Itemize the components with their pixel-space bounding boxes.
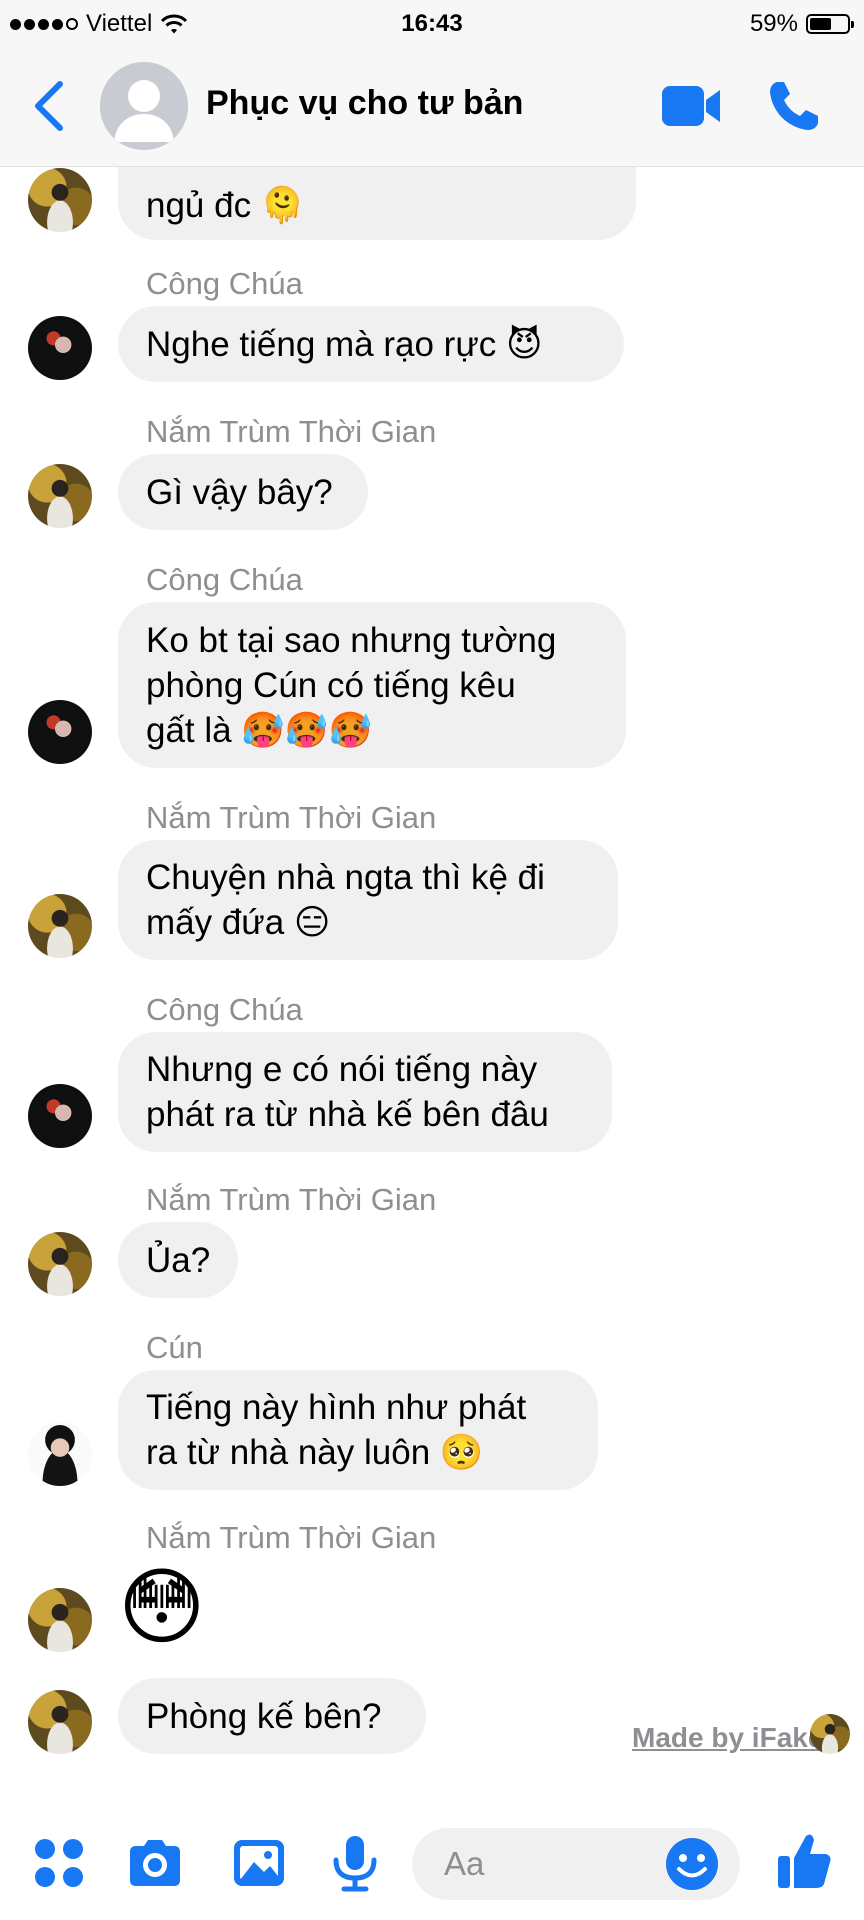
group-avatar[interactable] <box>100 62 188 150</box>
message-bubble[interactable]: Chuyện nhà ngta thì kệ đi mấy đứa 😑 <box>118 840 618 960</box>
message-bubble[interactable]: Tiếng này hình như phát ra từ nhà này lu… <box>118 1370 598 1490</box>
message-text: ngủ đc 🫠 <box>146 186 305 225</box>
apps-icon[interactable] <box>30 1834 88 1892</box>
sender-name: Công Chúa <box>146 992 303 1027</box>
sender-name: Nắm Trùm Thời Gian <box>146 1182 437 1217</box>
message-text: Ủa? <box>146 1240 211 1280</box>
person-placeholder-icon <box>100 62 188 150</box>
message-bubble[interactable]: Gì vậy bây? <box>118 454 368 530</box>
sender-name: Công Chúa <box>146 562 303 597</box>
sender-avatar[interactable] <box>28 894 92 958</box>
message-bubble[interactable]: Ko bt tại sao nhưng tường phòng Cún có t… <box>118 602 626 768</box>
message-bubble[interactable]: Phòng kế bên? <box>118 1678 426 1754</box>
watermark: Made by iFake <box>632 1722 824 1753</box>
sender-avatar[interactable] <box>28 168 92 232</box>
message-text: Nghe tiếng mà rạo rực 😈 <box>146 324 543 364</box>
sender-avatar[interactable] <box>28 464 92 528</box>
gallery-icon[interactable] <box>230 1834 288 1892</box>
battery-icon <box>806 14 854 34</box>
sender-avatar[interactable] <box>28 1690 92 1754</box>
message-bubble[interactable]: Nhưng e có nói tiếng này phát ra từ nhà … <box>118 1032 612 1152</box>
back-chevron-icon[interactable] <box>28 78 72 134</box>
message-text: Phòng kế bên? <box>146 1696 382 1736</box>
phone-icon[interactable] <box>764 76 824 136</box>
sender-name: Cún <box>146 1330 203 1365</box>
message-list: ngủ đc 🫠 Công Chúa Nghe tiếng mà rạo rực… <box>0 166 864 1806</box>
message-text: Gì vậy bây? <box>146 472 333 512</box>
sender-name: Nắm Trùm Thời Gian <box>146 800 437 835</box>
message-bubble[interactable]: Ủa? <box>118 1222 238 1298</box>
battery-info: 59% <box>749 10 854 38</box>
status-time: 16:43 <box>401 10 463 37</box>
like-icon[interactable] <box>776 1830 834 1892</box>
sender-avatar[interactable] <box>28 316 92 380</box>
composer-bar: Aa <box>0 1806 864 1920</box>
message-bubble[interactable]: ngủ đc 🫠 <box>118 166 636 240</box>
chat-title[interactable]: Phục vụ cho tư bản <box>206 84 523 123</box>
message-input-placeholder: Aa <box>444 1845 485 1882</box>
microphone-icon[interactable] <box>326 1834 384 1892</box>
sender-avatar[interactable] <box>28 1422 92 1486</box>
video-camera-icon[interactable] <box>660 82 724 130</box>
emoji-message[interactable]: 😳 <box>118 1562 206 1652</box>
message-text: Tiếng này hình như phát ra từ nhà này lu… <box>146 1388 527 1472</box>
status-bar: Viettel 16:43 59% <box>0 0 864 48</box>
sender-name: Nắm Trùm Thời Gian <box>146 414 437 449</box>
chat-header: Phục vụ cho tư bản <box>0 48 864 167</box>
emoji-icon[interactable] <box>664 1836 720 1892</box>
camera-icon[interactable] <box>126 1834 184 1892</box>
message-text: Chuyện nhà ngta thì kệ đi mấy đứa 😑 <box>146 858 545 942</box>
sender-avatar[interactable] <box>28 1588 92 1652</box>
sender-name: Công Chúa <box>146 266 303 301</box>
message-bubble[interactable]: Nghe tiếng mà rạo rực 😈 <box>118 306 624 382</box>
seen-avatar <box>810 1714 850 1754</box>
sender-avatar[interactable] <box>28 1084 92 1148</box>
sender-avatar[interactable] <box>28 700 92 764</box>
message-text: Ko bt tại sao nhưng tường phòng Cún có t… <box>146 620 557 750</box>
sender-avatar[interactable] <box>28 1232 92 1296</box>
message-text: Nhưng e có nói tiếng này phát ra từ nhà … <box>146 1050 549 1134</box>
battery-percent: 59% <box>749 10 798 37</box>
sender-name: Nắm Trùm Thời Gian <box>146 1520 437 1555</box>
